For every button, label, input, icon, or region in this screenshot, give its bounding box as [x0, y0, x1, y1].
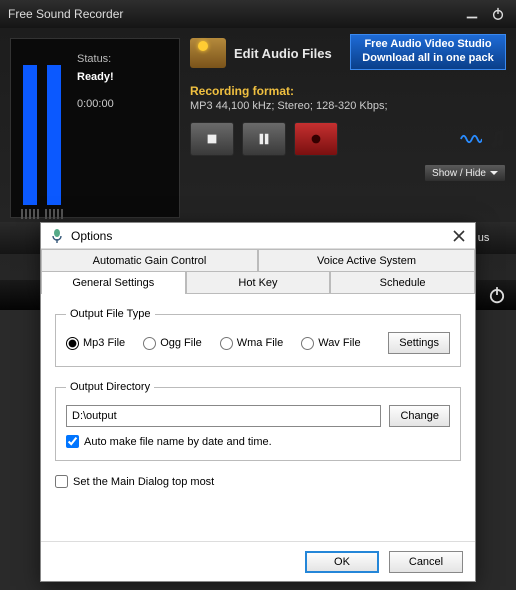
radio-mp3[interactable]: Mp3 File — [66, 337, 125, 350]
topmost-checkbox[interactable]: Set the Main Dialog top most — [55, 475, 461, 488]
cancel-button[interactable]: Cancel — [389, 551, 463, 573]
auto-filename-checkbox[interactable]: Auto make file name by date and time. — [66, 435, 450, 448]
chevron-down-icon — [490, 169, 498, 177]
filetype-settings-button[interactable]: Settings — [388, 332, 450, 354]
dialog-titlebar: Options — [41, 223, 475, 249]
tab-label: General Settings — [72, 277, 154, 289]
output-filetype-group: Output File Type Mp3 File Ogg File Wma F… — [55, 308, 461, 367]
radio-label: Wma File — [237, 337, 283, 349]
stop-button[interactable] — [190, 122, 234, 156]
radio-wav-input[interactable] — [301, 337, 314, 350]
tab-label: Automatic Gain Control — [93, 255, 207, 267]
meter-right — [47, 65, 61, 205]
output-filetype-legend: Output File Type — [66, 308, 155, 320]
tab-hotkey[interactable]: Hot Key — [186, 271, 331, 293]
main-panel: Edit Audio Files Free Audio Video Studio… — [190, 38, 506, 218]
radio-wma[interactable]: Wma File — [220, 337, 283, 350]
tab-label: Voice Active System — [317, 255, 416, 267]
radio-label: Ogg File — [160, 337, 202, 349]
wave-icon[interactable] — [460, 130, 482, 148]
recording-format: Recording format: MP3 44,100 kHz; Stereo… — [190, 84, 506, 112]
tab-auto-gain[interactable]: Automatic Gain Control — [41, 249, 258, 271]
record-button[interactable] — [294, 122, 338, 156]
tab-voice-active[interactable]: Voice Active System — [258, 249, 475, 271]
checkbox-label: Auto make file name by date and time. — [84, 436, 272, 448]
tab-label: Schedule — [380, 277, 426, 289]
promo-banner[interactable]: Free Audio Video Studio Download all in … — [350, 34, 506, 70]
output-directory-group: Output Directory Change Auto make file n… — [55, 381, 461, 461]
radio-wav[interactable]: Wav File — [301, 337, 360, 350]
checkbox-label: Set the Main Dialog top most — [73, 476, 214, 488]
radio-ogg-input[interactable] — [143, 337, 156, 350]
output-directory-input[interactable] — [66, 405, 381, 427]
show-hide-button[interactable]: Show / Hide — [424, 164, 506, 182]
tab-general[interactable]: General Settings — [41, 271, 186, 293]
radio-ogg[interactable]: Ogg File — [143, 337, 202, 350]
dialog-body: Output File Type Mp3 File Ogg File Wma F… — [41, 294, 475, 541]
promo-line2: Download all in one pack — [355, 52, 501, 66]
level-meters — [19, 47, 65, 209]
topmost-input[interactable] — [55, 475, 68, 488]
status-time: 0:00:00 — [77, 96, 114, 114]
recording-format-header: Recording format: — [190, 84, 506, 98]
tab-strip: Automatic Gain Control Voice Active Syst… — [41, 249, 475, 294]
status-panel: Status: Ready! 0:00:00 — [10, 38, 180, 218]
minimize-button[interactable] — [462, 6, 482, 22]
microphone-icon — [49, 228, 65, 244]
options-dialog: Options Automatic Gain Control Voice Act… — [40, 222, 476, 582]
pause-button[interactable] — [242, 122, 286, 156]
change-directory-button[interactable]: Change — [389, 405, 450, 427]
status-block: Status: Ready! 0:00:00 — [77, 47, 114, 209]
titlebar: Free Sound Recorder — [0, 0, 516, 28]
music-note-icon[interactable] — [490, 130, 506, 148]
show-hide-label: Show / Hide — [432, 168, 486, 179]
ok-button[interactable]: OK — [305, 551, 379, 573]
radio-label: Wav File — [318, 337, 360, 349]
output-directory-legend: Output Directory — [66, 381, 154, 393]
auto-filename-input[interactable] — [66, 435, 79, 448]
dialog-title: Options — [71, 229, 112, 243]
dialog-footer: OK Cancel — [41, 541, 475, 581]
radio-label: Mp3 File — [83, 337, 125, 349]
status-label: Status: — [77, 51, 114, 69]
radio-wma-input[interactable] — [220, 337, 233, 350]
app-title: Free Sound Recorder — [8, 7, 123, 21]
power-button[interactable] — [488, 6, 508, 22]
power-icon[interactable] — [488, 286, 506, 304]
radio-mp3-input[interactable] — [66, 337, 79, 350]
tab-label: Hot Key — [238, 277, 277, 289]
status-value: Ready! — [77, 69, 114, 87]
close-button[interactable] — [451, 228, 467, 244]
meter-left — [23, 65, 37, 205]
edit-audio-link[interactable]: Edit Audio Files — [234, 46, 332, 61]
recording-format-value: MP3 44,100 kHz; Stereo; 128-320 Kbps; — [190, 100, 506, 112]
promo-line1: Free Audio Video Studio — [355, 38, 501, 52]
tab-schedule[interactable]: Schedule — [330, 271, 475, 293]
edit-audio-icon[interactable] — [190, 38, 226, 68]
